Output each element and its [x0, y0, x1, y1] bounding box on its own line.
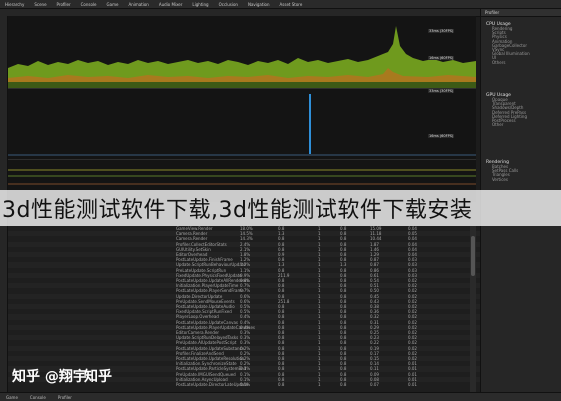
- status-tab-profiler[interactable]: Profiler: [52, 395, 78, 400]
- inspector-header: Profiler: [481, 9, 561, 17]
- tab-console[interactable]: Console: [76, 2, 102, 7]
- inspector-tab-profiler[interactable]: Profiler: [485, 10, 499, 15]
- gpu-label-30fps: 33ms (30FPS): [428, 89, 455, 93]
- profiler-chart-svg: [8, 16, 476, 202]
- gpu-chart-background: [8, 89, 476, 159]
- status-tab-console[interactable]: Console: [24, 395, 52, 400]
- table-cell: 0.01: [408, 382, 417, 387]
- gpu-separator: [8, 159, 476, 160]
- profiler-chart-area[interactable]: 33ms (30FPS) 16ms (60FPS) 33ms (30FPS) 1…: [8, 16, 476, 202]
- module-cpu-item[interactable]: Others: [486, 60, 546, 65]
- watermark-zhihu: 知乎: [84, 369, 112, 385]
- tab-audio-mixer[interactable]: Audio Mixer: [154, 2, 188, 7]
- tab-animation[interactable]: Animation: [123, 2, 153, 7]
- table-cell: 0.07: [370, 382, 379, 387]
- tab-navigation[interactable]: Navigation: [243, 2, 275, 7]
- tab-lighting[interactable]: Lighting: [187, 2, 213, 7]
- gpu-label-60fps: 16ms (60FPS): [428, 134, 455, 138]
- status-tab-game[interactable]: Game: [0, 395, 24, 400]
- editor-top-tab-bar: Hierarchy Scene Profiler Console Game An…: [0, 0, 561, 9]
- tab-occlusion[interactable]: Occlusion: [214, 2, 243, 7]
- table-cell: 0.8: [340, 382, 347, 387]
- scrollbar-thumb[interactable]: [471, 236, 475, 276]
- tab-scene[interactable]: Scene: [29, 2, 51, 7]
- title-banner: 3d性能测试软件下载,3d性能测试软件下载安装: [0, 190, 561, 226]
- banner-text: 3d性能测试软件下载,3d性能测试软件下载安装: [2, 198, 473, 223]
- watermark-author: 知乎 @翔宇: [12, 369, 87, 385]
- tab-asset-store[interactable]: Asset Store: [275, 2, 308, 7]
- table-cell: 0.1%: [240, 382, 251, 387]
- module-gpu[interactable]: GPU Usage Opaque Transparent Shadows/Dep…: [486, 93, 546, 127]
- tab-game[interactable]: Game: [102, 2, 124, 7]
- cpu-label-60fps: 16ms (60FPS): [428, 56, 455, 60]
- table-cell: 1: [318, 382, 321, 387]
- module-gpu-item[interactable]: Other: [486, 123, 546, 127]
- table-scrollbar[interactable]: [470, 226, 476, 392]
- tab-hierarchy[interactable]: Hierarchy: [0, 2, 29, 7]
- table-cell: PostLateUpdate.DirectorLateUpdate: [176, 382, 249, 387]
- tab-profiler[interactable]: Profiler: [52, 2, 76, 7]
- cpu-label-30fps: 33ms (30FPS): [428, 29, 455, 33]
- module-rendering-item[interactable]: Vertices: [486, 177, 546, 182]
- table-cell: 0.8: [278, 382, 285, 387]
- cpu-area-other: [8, 82, 476, 88]
- module-cpu[interactable]: CPU Usage Rendering Scripts Physics Anim…: [486, 22, 546, 65]
- cpu-separator: [8, 88, 476, 89]
- module-rendering[interactable]: Rendering Batches SetPass Calls Triangle…: [486, 160, 546, 182]
